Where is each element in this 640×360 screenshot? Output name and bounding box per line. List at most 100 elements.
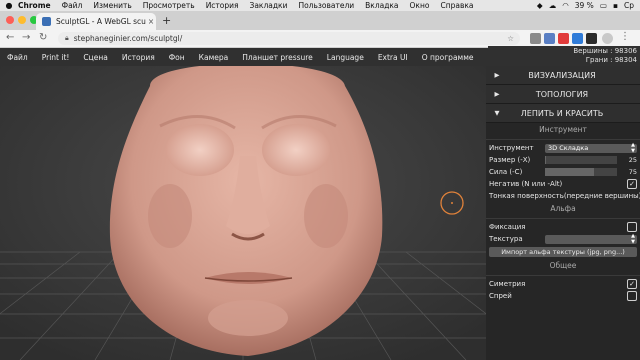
menu-chrome[interactable]: Chrome (18, 1, 51, 10)
favicon-icon (42, 17, 51, 26)
macos-menu-bar: ● Chrome Файл Изменить Просмотреть Истор… (0, 0, 640, 11)
lock-icon[interactable]: 🔒︎ (65, 34, 69, 43)
spray-row: Спрей (486, 290, 640, 302)
wifi-icon[interactable]: ◠ (562, 1, 569, 10)
strength-slider[interactable] (545, 168, 617, 176)
alpha-group-header: Альфа (550, 204, 576, 213)
mesh-stats: Вершины : 98306 Грани : 98304 (488, 46, 640, 66)
sculpt-head-mesh[interactable] (109, 66, 383, 356)
symmetry-label: Симетрия (489, 280, 526, 288)
size-label: Размер (-X) (489, 156, 531, 164)
app-menu-extra-ui[interactable]: Extra UI (371, 53, 415, 62)
section-sculpt-label: ЛЕПИТЬ И КРАСИТЬ (520, 108, 604, 118)
symmetry-checkbox[interactable]: ✓ (627, 279, 637, 289)
battery-percent[interactable]: 39 % (575, 1, 594, 10)
spray-checkbox[interactable] (627, 291, 637, 301)
cloud-icon[interactable]: ☁ (549, 1, 557, 10)
divider (486, 275, 640, 276)
divider (486, 139, 640, 140)
menu-edit[interactable]: Изменить (93, 1, 131, 10)
strength-row: Сила (-C) 75 (486, 166, 640, 178)
more-menu-icon[interactable]: ⋮ (620, 31, 630, 42)
thin-surface-row: Тонкая поверхность(передние вершины) (486, 190, 640, 202)
close-tab-icon[interactable]: × (146, 17, 156, 26)
forward-button[interactable]: → (22, 32, 30, 43)
symmetry-row: Симетрия ✓ (486, 278, 640, 290)
app-menu-tablet[interactable]: Планшет pressure (235, 53, 320, 62)
expand-arrow-icon: ▶ (494, 71, 500, 79)
app-menu-history[interactable]: История (115, 53, 162, 62)
common-group-header: Общее (549, 261, 577, 270)
menu-help[interactable]: Справка (440, 1, 473, 10)
texture-row: Текстура ▲ ▼ (486, 233, 640, 245)
vertex-count: Вершины : 98306 (573, 47, 637, 55)
size-slider-fill (545, 156, 547, 164)
app-menu-language[interactable]: Language (320, 53, 371, 62)
menu-file[interactable]: Файл (62, 1, 83, 10)
select-caret-icon: ▲ ▼ (631, 233, 635, 245)
spray-label: Спрей (489, 292, 512, 300)
menu-bookmarks[interactable]: Закладки (250, 1, 288, 10)
bookmark-star-icon[interactable]: ☆ (507, 34, 514, 43)
reload-button[interactable]: ↻ (39, 32, 47, 43)
url-text[interactable]: stephaneginier.com/sculptgl/ (74, 34, 183, 43)
select-caret-icon: ▲ ▼ (631, 142, 635, 154)
fix-checkbox[interactable] (627, 222, 637, 232)
new-tab-button[interactable]: + (162, 14, 171, 27)
sculpt-side-panel: ▶ ВИЗУАЛИЗАЦИЯ ▶ ТОПОЛОГИЯ ▼ ЛЕПИТЬ И КР… (486, 66, 640, 360)
browser-tab[interactable]: SculptGL - A WebGL sculpting × (36, 13, 156, 30)
face-count: Грани : 98304 (585, 56, 637, 64)
close-window-button[interactable] (6, 16, 14, 24)
extension-red-icon[interactable] (558, 33, 569, 44)
negative-row: Негатив (N или -Alt) ✓ (486, 178, 640, 190)
apple-icon[interactable]: ● (0, 1, 18, 10)
app-menu-file[interactable]: Файл (0, 53, 35, 62)
minimize-window-button[interactable] (18, 16, 26, 24)
viewport-canvas[interactable] (0, 66, 486, 360)
menu-window[interactable]: Окно (410, 1, 430, 10)
section-sculpt-paint[interactable]: ▼ ЛЕПИТЬ И КРАСИТЬ (486, 104, 640, 123)
3d-viewport[interactable] (0, 66, 486, 360)
status-area: ◆ ☁ ◠ 39 % ▭ ▪ Ср (537, 1, 640, 10)
battery-icon[interactable]: ▭ (600, 1, 607, 10)
menu-tab[interactable]: Вкладка (365, 1, 398, 10)
back-button[interactable]: ← (6, 32, 14, 43)
divider (486, 218, 640, 219)
dropbox-icon[interactable]: ◆ (537, 1, 543, 10)
extension-blue-icon[interactable] (572, 33, 583, 44)
strength-slider-fill (545, 168, 594, 176)
avatar[interactable] (602, 33, 613, 44)
app-menu-scene[interactable]: Сцена (76, 53, 114, 62)
section-topology[interactable]: ▶ ТОПОЛОГИЯ (486, 85, 640, 104)
fix-label: Фиксация (489, 223, 526, 231)
menu-users[interactable]: Пользователи (298, 1, 354, 10)
tool-select-value: 3D Складка (548, 144, 589, 152)
translate-extension-icon[interactable] (544, 33, 555, 44)
extension-key-icon[interactable] (530, 33, 541, 44)
strength-value[interactable]: 75 (617, 168, 637, 176)
app-menu-print[interactable]: Print it! (35, 53, 77, 62)
address-bar[interactable]: 🔒︎ stephaneginier.com/sculptgl/ ☆ (58, 32, 520, 45)
app-menu-camera[interactable]: Камера (192, 53, 236, 62)
menu-history[interactable]: История (206, 1, 239, 10)
tool-row: Инструмент 3D Складка ▲ ▼ (486, 142, 640, 154)
day-label[interactable]: Ср (624, 1, 634, 10)
section-visualization[interactable]: ▶ ВИЗУАЛИЗАЦИЯ (486, 66, 640, 85)
app-menu-about[interactable]: О программе (415, 53, 481, 62)
expand-arrow-icon: ▶ (494, 90, 500, 98)
app-menu-background[interactable]: Фон (162, 53, 192, 62)
tool-select[interactable]: 3D Складка ▲ ▼ (545, 142, 637, 154)
flag-icon[interactable]: ▪ (613, 1, 618, 10)
texture-select[interactable]: ▲ ▼ (545, 233, 637, 245)
texture-label: Текстура (489, 235, 523, 243)
extension-dark-icon[interactable] (586, 33, 597, 44)
negative-label: Негатив (N или -Alt) (489, 180, 563, 188)
import-alpha-button[interactable]: Импорт альфа текстуры (jpg, png...) (489, 247, 637, 257)
size-slider[interactable] (545, 156, 617, 164)
size-value[interactable]: 25 (617, 156, 637, 164)
negative-checkbox[interactable]: ✓ (627, 179, 637, 189)
menu-view[interactable]: Просмотреть (143, 1, 195, 10)
browser-tab-bar: SculptGL - A WebGL sculpting × + (0, 11, 640, 30)
section-topology-label: ТОПОЛОГИЯ (535, 89, 589, 99)
size-row: Размер (-X) 25 (486, 154, 640, 166)
